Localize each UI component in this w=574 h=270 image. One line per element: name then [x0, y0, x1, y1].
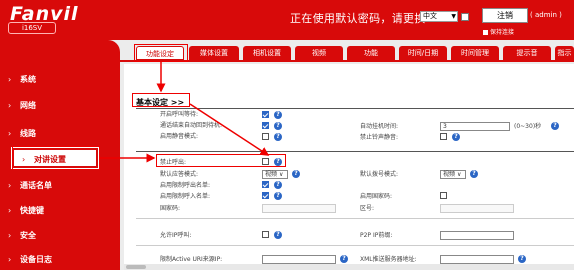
checkbox-silent-mode[interactable] — [262, 133, 269, 140]
checkbox-country-code[interactable] — [440, 192, 447, 199]
keep-connected-checkbox[interactable] — [483, 30, 488, 35]
checkbox-ring-mute[interactable] — [440, 133, 447, 140]
row-divider — [136, 151, 574, 152]
checkbox-incoming-list[interactable] — [262, 192, 269, 199]
horizontal-scrollbar[interactable] — [124, 264, 574, 270]
select-default-dial-mode[interactable]: 视频 ∨ — [440, 170, 466, 179]
help-icon[interactable]: ? — [274, 231, 282, 239]
keep-connected[interactable]: 保持连接 — [483, 27, 514, 36]
sidebar-item-call-list[interactable]: › 通话名单 — [0, 176, 118, 196]
logout-button[interactable]: 注销 — [482, 8, 528, 23]
label-allow-ip-call: 允许IP呼叫: — [160, 232, 192, 239]
sidebar-item-device-log[interactable]: › 设备日志 — [0, 250, 118, 270]
chevron-down-icon: ∨ — [278, 171, 284, 178]
help-icon[interactable]: ? — [452, 133, 460, 141]
scrollbar-thumb[interactable] — [126, 265, 146, 269]
sidebar-item-shortcut[interactable]: › 快捷键 — [0, 201, 118, 221]
highlight-section-box — [132, 93, 190, 107]
language-checkbox[interactable] — [461, 13, 469, 21]
sidebar-item-system[interactable]: › 系统 — [0, 70, 118, 90]
language-select[interactable]: 中文 ▼ — [420, 11, 458, 22]
chevron-right-icon: › — [8, 101, 12, 110]
chevron-right-icon: › — [8, 75, 12, 84]
label-outgoing-list: 启用限制呼出名单: — [160, 182, 211, 189]
input-p2p-ip-prefix[interactable] — [440, 231, 514, 240]
label-p2p-ip-prefix: P2P IP前缀: — [360, 232, 393, 239]
tab-tone[interactable]: 提示音 — [503, 46, 551, 60]
highlight-tab-box — [134, 44, 188, 62]
help-icon[interactable]: ? — [292, 170, 300, 178]
label-xml-push-server: XML推送服务器地址: — [360, 256, 417, 263]
highlight-disable-call-box — [156, 154, 286, 167]
model-badge: i16SV — [8, 22, 56, 34]
label-country-code: 国家码: — [160, 205, 181, 212]
current-user: ( admin ) — [530, 11, 562, 19]
label-ring-mute: 禁止铃声静音: — [360, 134, 399, 141]
help-icon[interactable]: ? — [518, 255, 526, 263]
sidebar-item-network[interactable]: › 网络 — [0, 96, 118, 116]
help-icon[interactable]: ? — [470, 170, 478, 178]
label-auto-standby: 通话结束自动回到待机: — [160, 122, 223, 129]
label-default-answer-mode: 默认应答模式: — [160, 171, 199, 178]
label-call-wait: 开启呼叫等待: — [160, 111, 199, 118]
row-divider — [136, 245, 574, 246]
chevron-right-icon: › — [8, 181, 12, 190]
input-active-uri-ip[interactable] — [262, 255, 336, 264]
highlight-sidebar-box — [12, 146, 100, 170]
checkbox-call-wait[interactable] — [262, 111, 269, 118]
default-password-warning: 正在使用默认密码，请更换 — [290, 12, 426, 25]
label-silent-mode: 启用静音模式: — [160, 133, 199, 140]
top-header: Fanvil i16SV 正在使用默认密码，请更换 中文 ▼ 注销 ( admi… — [0, 0, 574, 40]
input-auto-hangup-time[interactable]: 3 — [440, 122, 510, 131]
chevron-right-icon: › — [8, 231, 12, 240]
checkbox-auto-standby[interactable] — [262, 122, 269, 129]
label-auto-hangup-time: 自动挂机时间: — [360, 123, 399, 130]
chevron-down-icon: ▼ — [451, 13, 456, 20]
tab-time-date[interactable]: 时间/日期 — [399, 46, 447, 60]
help-icon[interactable]: ? — [551, 122, 559, 130]
help-icon[interactable]: ? — [274, 192, 282, 200]
input-xml-push-server[interactable] — [440, 255, 514, 264]
sidebar-item-security[interactable]: › 安全 — [0, 226, 118, 246]
label-active-uri-ip: 限制Active URI来源IP: — [160, 256, 223, 263]
label-default-dial-mode: 默认拨号模式: — [360, 171, 399, 178]
tab-video[interactable]: 视频 — [295, 46, 343, 60]
chevron-right-icon: › — [8, 255, 12, 264]
chevron-right-icon: › — [8, 206, 12, 215]
tab-indicator[interactable]: 指示 — [555, 46, 574, 60]
help-icon[interactable]: ? — [274, 122, 282, 130]
help-icon[interactable]: ? — [340, 255, 348, 263]
checkbox-outgoing-list[interactable] — [262, 181, 269, 188]
label-incoming-list: 启用限制呼入名单: — [160, 193, 211, 200]
section-divider — [136, 108, 574, 109]
tab-camera-settings[interactable]: 相机设置 — [243, 46, 291, 60]
label-enable-country-code: 启用国家码: — [360, 193, 393, 200]
select-default-answer-mode[interactable]: 视频 ∨ — [262, 170, 288, 179]
label-hangup-range: (0~30)秒 — [514, 123, 542, 130]
tab-function[interactable]: 功能 — [347, 46, 395, 60]
tab-underline — [120, 60, 574, 62]
input-area-code[interactable] — [440, 204, 514, 213]
chevron-down-icon: ∨ — [456, 171, 462, 178]
chevron-right-icon: › — [8, 129, 12, 138]
tab-time-manage[interactable]: 时间管理 — [451, 46, 499, 60]
checkbox-allow-ip-call[interactable] — [262, 231, 269, 238]
help-icon[interactable]: ? — [274, 181, 282, 189]
help-icon[interactable]: ? — [274, 133, 282, 141]
row-divider — [136, 218, 574, 219]
sidebar-item-line[interactable]: › 线路 — [0, 124, 118, 144]
input-country-code[interactable] — [262, 204, 336, 213]
tab-media-settings[interactable]: 媒体设置 — [189, 46, 239, 60]
help-icon[interactable]: ? — [274, 111, 282, 119]
label-area-code: 区号: — [360, 205, 375, 212]
